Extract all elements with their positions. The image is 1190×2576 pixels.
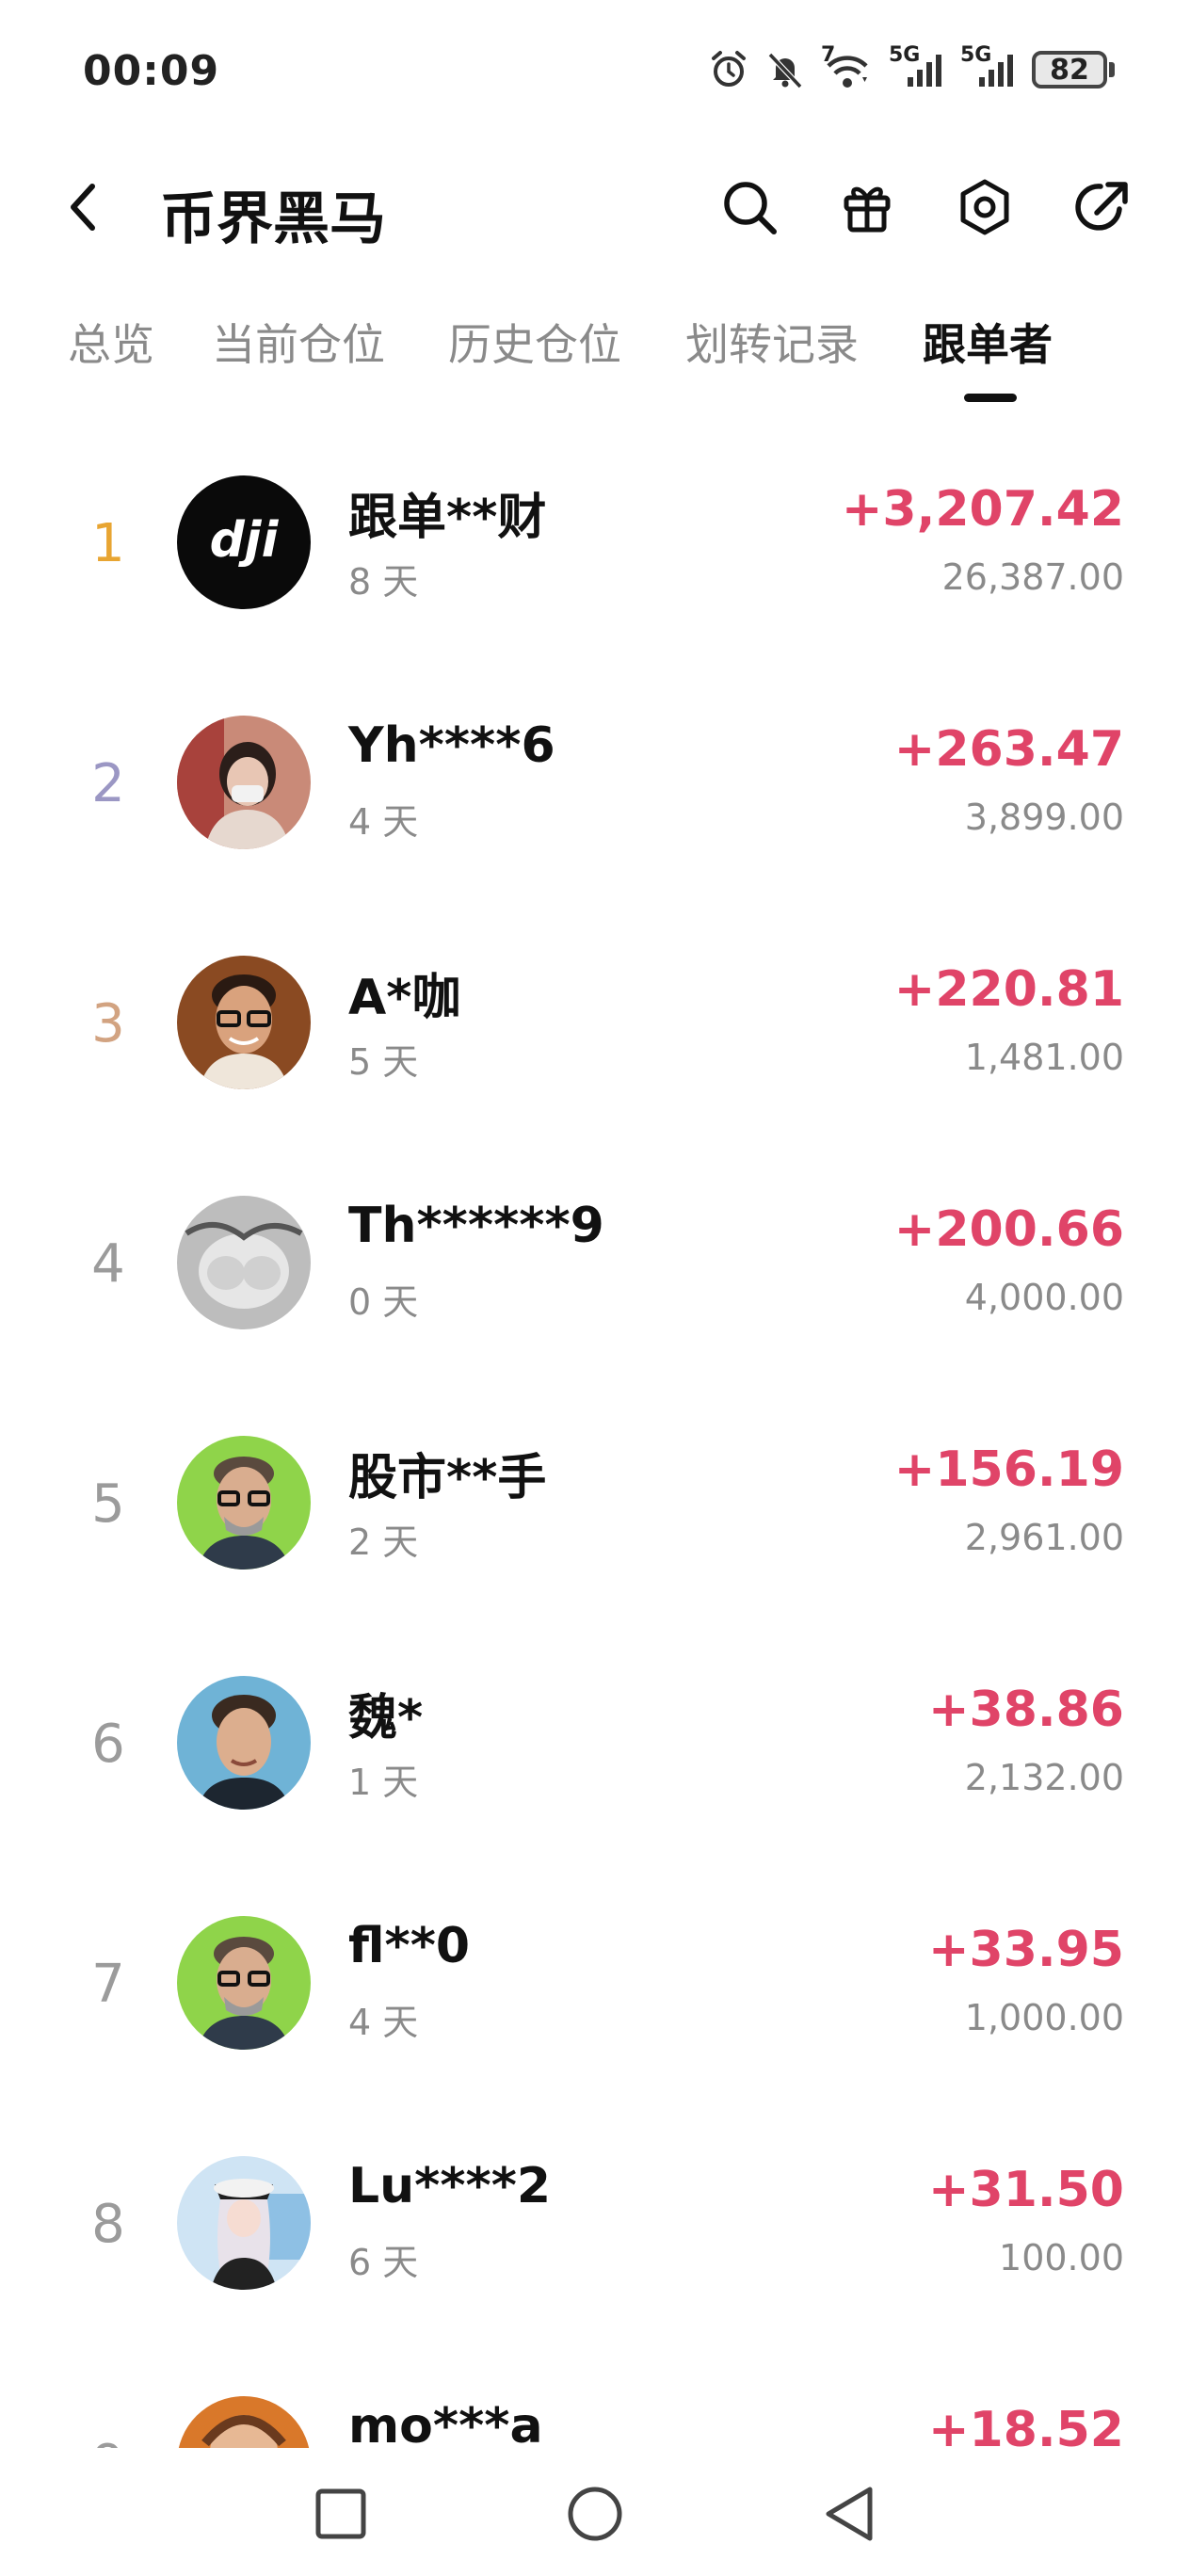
follow-amount: 2,961.00 — [964, 1517, 1124, 1558]
list-item[interactable]: 7 fl**0 4 天 +33.95 1,000.00 — [0, 1869, 1190, 2109]
profit-value: +18.52 — [927, 2402, 1124, 2448]
follow-days: 1 天 — [348, 1762, 419, 1803]
list-item[interactable]: 5 股市**手 2 天 +156.19 2,961.00 — [0, 1389, 1190, 1629]
status-time: 00:09 — [83, 47, 220, 95]
rank-number: 1 — [91, 513, 125, 574]
follow-amount: 2,132.00 — [964, 1757, 1124, 1798]
follow-days: 0 天 — [348, 1281, 419, 1323]
search-icon — [724, 182, 777, 234]
follow-amount: 1,000.00 — [964, 1997, 1124, 2038]
profit-value: +31.50 — [927, 2162, 1124, 2218]
follow-amount: 100.00 — [999, 2237, 1124, 2278]
tab-overview[interactable]: 总览 — [68, 311, 154, 373]
follow-amount: 4,000.00 — [964, 1277, 1124, 1318]
rank-number: 8 — [91, 2194, 125, 2255]
avatar — [177, 1676, 311, 1810]
profit-value: +3,207.42 — [841, 481, 1124, 538]
list-item[interactable]: 9 mo***a +18.52 — [0, 2349, 1190, 2448]
system-nav-bar — [0, 2448, 1190, 2576]
settings-icon — [960, 179, 1009, 235]
list-item[interactable]: 8 Lu****2 6 天 +31.50 100.00 — [0, 2109, 1190, 2349]
profit-value: +33.95 — [927, 1922, 1124, 1978]
share-icon — [1075, 182, 1128, 231]
gift-icon — [844, 186, 891, 233]
follower-name: Th******9 — [348, 1198, 604, 1254]
follow-days: 5 天 — [348, 1041, 419, 1083]
back-button[interactable] — [55, 177, 111, 237]
share-button[interactable] — [1069, 173, 1136, 241]
rank-number: 4 — [91, 1233, 125, 1295]
follower-name: Lu****2 — [348, 2158, 552, 2214]
list-item[interactable]: 6 魏* 1 天 +38.86 2,132.00 — [0, 1629, 1190, 1869]
list-item[interactable]: 3 A*咖 5 天 +220.81 1,481.00 — [0, 909, 1190, 1149]
avatar — [177, 956, 311, 1089]
avatar — [177, 1196, 311, 1329]
profit-value: +263.47 — [893, 721, 1124, 778]
dji-logo: dji — [210, 512, 280, 569]
profit-value: +38.86 — [927, 1682, 1124, 1738]
recent-apps-button[interactable] — [303, 2476, 378, 2552]
follower-name: fl**0 — [348, 1918, 471, 1974]
profit-value: +220.81 — [893, 961, 1124, 1018]
home-button[interactable] — [557, 2476, 633, 2552]
avatar — [177, 1916, 311, 2050]
tab-active-indicator — [964, 394, 1017, 402]
signal-5g-icon: 5G — [960, 43, 1017, 90]
home-icon — [568, 2487, 622, 2541]
rank-number: 6 — [91, 1714, 125, 1775]
header: 币界黑马 — [0, 160, 1190, 254]
alarm-icon — [708, 49, 749, 90]
mute-bell-icon — [764, 49, 806, 90]
rank-number: 2 — [91, 753, 125, 814]
profit-value: +200.66 — [893, 1201, 1124, 1258]
rank-number: 9 — [66, 2434, 151, 2448]
follow-days: 4 天 — [348, 801, 419, 843]
tab-history-positions[interactable]: 历史仓位 — [448, 311, 621, 373]
signal-5g-icon: 5G — [889, 43, 945, 90]
tab-followers[interactable]: 跟单者 — [923, 311, 1053, 373]
follow-amount: 3,899.00 — [964, 797, 1124, 838]
follower-name: 跟单**财 — [348, 490, 547, 546]
rank-number: 3 — [91, 993, 125, 1055]
rank-number: 5 — [91, 1473, 125, 1535]
search-button[interactable] — [716, 173, 783, 241]
follow-days: 6 天 — [348, 2242, 419, 2283]
follower-name: Yh****6 — [348, 717, 555, 774]
list-item[interactable]: 2 Yh****6 4 天 +263.47 3,899.00 — [0, 668, 1190, 909]
avatar — [177, 1436, 311, 1570]
follow-amount: 26,387.00 — [941, 556, 1124, 598]
avatar: dji — [177, 475, 311, 609]
battery-level: 82 — [1032, 51, 1107, 89]
back-nav-icon — [826, 2487, 873, 2541]
tab-current-positions[interactable]: 当前仓位 — [212, 311, 385, 373]
avatar — [177, 2156, 311, 2290]
recent-apps-icon — [315, 2488, 366, 2539]
settings-button[interactable] — [951, 173, 1019, 241]
wifi-icon: 7 — [821, 43, 874, 90]
back-icon — [71, 184, 95, 231]
gift-button[interactable] — [833, 173, 901, 241]
follow-amount: 1,481.00 — [964, 1037, 1124, 1078]
profit-value: +156.19 — [893, 1441, 1124, 1498]
follower-name: mo***a — [348, 2398, 543, 2448]
page-title: 币界黑马 — [160, 186, 386, 252]
avatar — [177, 2396, 311, 2448]
follow-days: 4 天 — [348, 2002, 419, 2043]
follower-list: 1 dji 跟单**财 8 天 +3,207.42 26,387.00 2 Yh… — [0, 428, 1190, 2448]
tab-transfer-records[interactable]: 划转记录 — [685, 311, 859, 373]
follow-days: 8 天 — [348, 561, 419, 603]
status-bar: 00:09 7 5G 5G 82 — [0, 0, 1190, 141]
rank-number: 7 — [91, 1954, 125, 2015]
avatar — [177, 716, 311, 849]
follower-name: 魏* — [348, 1690, 424, 1747]
follow-days: 2 天 — [348, 1521, 419, 1563]
list-item[interactable]: 1 dji 跟单**财 8 天 +3,207.42 26,387.00 — [0, 428, 1190, 668]
battery-icon: 82 — [1032, 51, 1115, 89]
follower-name: 股市**手 — [348, 1450, 547, 1506]
status-icons: 7 5G 5G 82 — [708, 43, 1115, 90]
back-nav-button[interactable] — [812, 2476, 887, 2552]
tab-bar: 总览 当前仓位 历史仓位 划转记录 跟单者 — [0, 301, 1190, 424]
list-item[interactable]: 4 Th******9 0 天 +200.66 4,000.00 — [0, 1149, 1190, 1389]
follower-name: A*咖 — [348, 970, 461, 1026]
